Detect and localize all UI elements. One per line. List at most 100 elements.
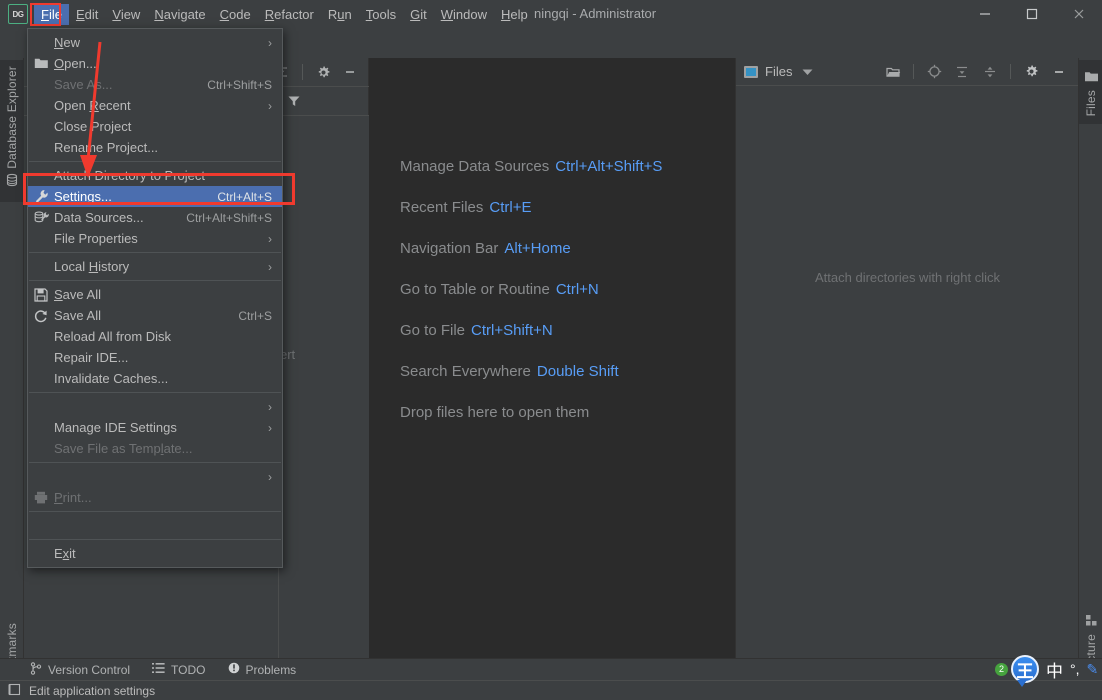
title-bar: DG File Edit View Navigate Code Refactor… xyxy=(0,0,1102,28)
menu-row-label: Reload All from Disk xyxy=(54,329,172,344)
menu-row-label: Repair IDE... xyxy=(54,350,129,365)
menu-row-power-save-mode[interactable] xyxy=(28,515,282,536)
sidebar-item-database-explorer[interactable]: Database Explorer xyxy=(0,60,24,202)
bottom-item-todo[interactable]: TODO xyxy=(152,662,206,677)
file-menu-dropdown: New › Open... Save As... Ctrl+Shift+S Op… xyxy=(27,28,283,568)
minimize-icon[interactable] xyxy=(961,0,1008,28)
settings-gear-icon[interactable] xyxy=(311,60,335,84)
menu-row-restart-ide[interactable]: Invalidate Caches... xyxy=(28,368,282,389)
maximize-icon[interactable] xyxy=(1008,0,1055,28)
bottom-item-problems[interactable]: Problems xyxy=(228,662,297,677)
files-panel-empty-message: Attach directories with right click xyxy=(815,270,1000,285)
menu-item-view[interactable]: View xyxy=(105,4,147,25)
menu-item-help[interactable]: Help xyxy=(494,4,535,25)
menu-row-data-sources[interactable]: Data Sources... Ctrl+Alt+Shift+S xyxy=(28,207,282,228)
menu-item-refactor[interactable]: Refactor xyxy=(258,4,321,25)
branch-icon xyxy=(30,661,42,678)
hint-label: Search Everywhere xyxy=(400,363,531,380)
menu-row-label: Data Sources... xyxy=(54,210,144,225)
menu-row-manage-ide-settings[interactable]: › xyxy=(28,396,282,417)
menu-item-code[interactable]: Code xyxy=(213,4,258,25)
ime-punctuation-toggle[interactable]: °, xyxy=(1070,661,1080,677)
hide-icon[interactable] xyxy=(1047,60,1071,84)
menu-row-label: Save All xyxy=(54,308,101,323)
menu-separator xyxy=(29,161,281,162)
ime-handwriting-icon[interactable]: ✎ xyxy=(1087,661,1099,678)
menu-row-label: Rename Project... xyxy=(54,140,159,155)
hint-shortcut: Ctrl+E xyxy=(489,199,532,216)
sidebar-item-files[interactable]: Files xyxy=(1079,60,1102,125)
ime-mode-icon[interactable]: 王 xyxy=(1011,655,1039,687)
wrench-icon xyxy=(33,189,49,205)
menu-item-tools[interactable]: Tools xyxy=(359,4,403,25)
menu-row-open-recent[interactable]: Open Recent › xyxy=(28,95,282,116)
menu-row-rename-project[interactable]: Rename Project... xyxy=(28,137,282,158)
blank-icon xyxy=(33,329,49,345)
menu-row-label: Save File as Template... xyxy=(54,441,193,456)
menu-item-run[interactable]: Run xyxy=(321,4,359,25)
menu-label-git-rest: it xyxy=(420,6,427,22)
chevron-down-icon[interactable] xyxy=(802,64,813,79)
menu-row-local-history[interactable]: Local History › xyxy=(28,256,282,277)
hint-shortcut: Ctrl+N xyxy=(555,281,599,298)
menu-row-open[interactable]: Open... xyxy=(28,53,282,74)
chevron-right-icon: › xyxy=(268,420,272,435)
menu-label-file-rest: ile xyxy=(48,6,62,22)
hint-row: Go to File Ctrl+Shift+N xyxy=(400,322,730,339)
hide-icon[interactable] xyxy=(338,60,362,84)
locate-icon[interactable] xyxy=(922,60,946,84)
menu-row-label: Close Project xyxy=(54,119,132,134)
menu-item-window[interactable]: Window xyxy=(434,4,494,25)
files-panel-actions xyxy=(881,60,1071,84)
menu-item-edit[interactable]: Edit xyxy=(69,4,105,25)
filter-icon[interactable] xyxy=(282,89,306,113)
blank-icon xyxy=(33,371,49,387)
menu-row-exit[interactable]: Exit xyxy=(28,543,282,564)
bottom-item-version-control[interactable]: Version Control xyxy=(30,661,131,678)
menu-item-navigate[interactable]: Navigate xyxy=(147,4,212,25)
hint-row: Go to Table or Routine Ctrl+N xyxy=(400,281,730,298)
editor-welcome-pane: Manage Data Sources Ctrl+Alt+Shift+S Rece… xyxy=(369,58,735,658)
menu-row-label: Save As... xyxy=(54,77,113,92)
open-folder-icon[interactable] xyxy=(881,60,905,84)
collapse-all-icon[interactable] xyxy=(978,60,1002,84)
menu-item-git[interactable]: Git xyxy=(403,4,434,25)
warning-icon xyxy=(228,662,240,677)
right-tool-strip: Files Structure xyxy=(1078,58,1102,685)
menu-row-label: Exit xyxy=(54,546,76,561)
hint-row: Manage Data Sources Ctrl+Alt+Shift+S xyxy=(400,158,730,175)
menu-row-close-project[interactable]: Close Project xyxy=(28,116,282,137)
menu-row-file-properties[interactable]: File Properties › xyxy=(28,228,282,249)
menu-row-shortcut: Ctrl+Alt+Shift+S xyxy=(186,210,272,225)
menu-row-reload-all-from-disk[interactable]: Save All Ctrl+S xyxy=(28,305,282,326)
menu-row-label: Settings... xyxy=(54,189,112,204)
bottom-item-label: Version Control xyxy=(48,662,131,677)
menu-row-new-projects-setup[interactable]: Manage IDE Settings › xyxy=(28,417,282,438)
menu-row-attach-directory[interactable]: Attach Directory to Project xyxy=(28,165,282,186)
window-title: ningqi - Administrator xyxy=(534,6,657,21)
bottom-item-label: Problems xyxy=(245,662,297,677)
menu-row-label: Print... xyxy=(54,490,92,505)
menu-row-new[interactable]: New › xyxy=(28,32,282,53)
blank-icon xyxy=(33,98,49,114)
blank-icon xyxy=(33,350,49,366)
menu-row-export[interactable]: › xyxy=(28,466,282,487)
hint-label: Drop files here to open them xyxy=(400,404,590,421)
hint-row: Navigation Bar Alt+Home xyxy=(400,240,730,257)
menu-row-invalidate-caches[interactable]: Repair IDE... xyxy=(28,347,282,368)
menu-row-settings[interactable]: Settings... Ctrl+Alt+S xyxy=(28,186,282,207)
menu-row-shortcut: Ctrl+Alt+S xyxy=(217,189,272,204)
settings-gear-icon[interactable] xyxy=(1019,60,1043,84)
save-icon xyxy=(33,287,49,303)
menu-item-file[interactable]: File xyxy=(34,3,69,25)
menu-row-repair-ide[interactable]: Reload All from Disk xyxy=(28,326,282,347)
hint-row: Recent Files Ctrl+E xyxy=(400,199,730,216)
menu-row-save-all[interactable]: Save All xyxy=(28,284,282,305)
ime-language-toggle[interactable]: 中 xyxy=(1046,657,1063,682)
chevron-right-icon: › xyxy=(268,259,272,274)
hint-shortcut: Ctrl+Shift+N xyxy=(471,322,553,339)
close-icon[interactable] xyxy=(1055,0,1102,28)
expand-all-icon[interactable] xyxy=(950,60,974,84)
ime-widget[interactable]: 2 王 中 °, ✎ xyxy=(995,655,1099,687)
hint-row: Drop files here to open them xyxy=(400,404,730,421)
